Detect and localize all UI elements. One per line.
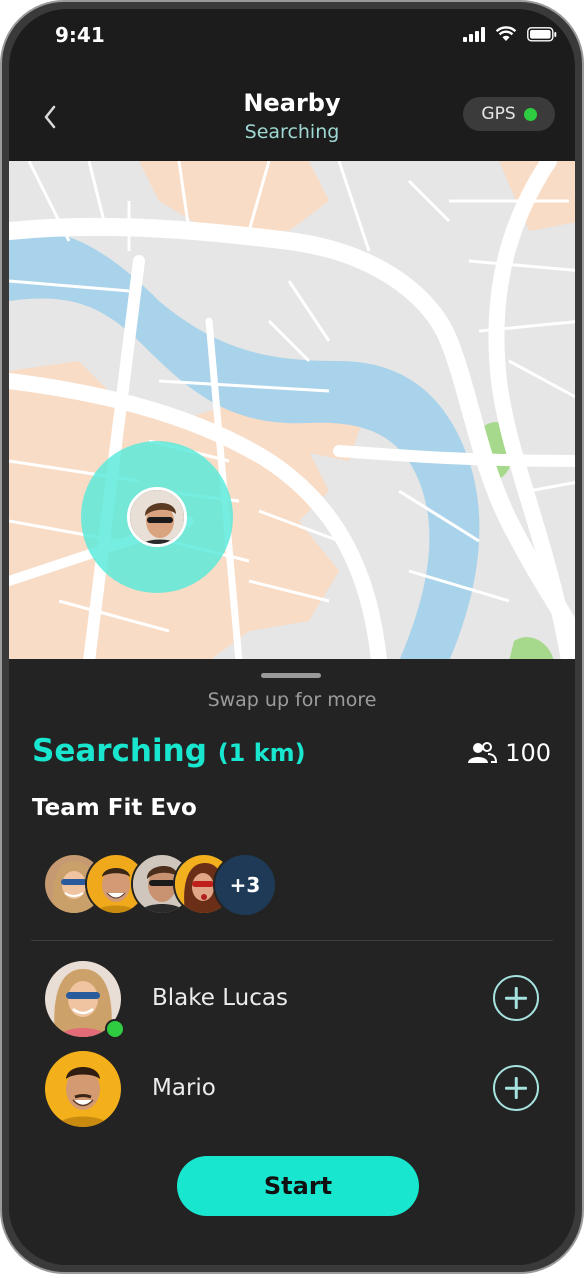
user-location-avatar[interactable] (127, 487, 187, 547)
phone-frame: 9:41 Nearby Searching GPS Swap up for mo… (0, 0, 584, 1274)
map-view[interactable] (9, 161, 575, 661)
swipe-hint: Swap up for more (207, 689, 377, 711)
online-indicator (105, 1019, 125, 1039)
status-icons (463, 26, 557, 42)
users-icon (468, 742, 498, 763)
cellular-signal-icon (463, 26, 485, 42)
search-status-label: Searching (32, 733, 207, 769)
member-count: 100 (467, 739, 551, 767)
drag-handle[interactable] (261, 673, 321, 678)
add-person-button[interactable] (493, 975, 539, 1021)
start-button[interactable]: Start (177, 1156, 419, 1216)
status-bar: 9:41 (9, 9, 575, 79)
list-item[interactable]: Blake Lucas (45, 961, 539, 1043)
screen: 9:41 Nearby Searching GPS Swap up for mo… (9, 9, 575, 1265)
person-name: Blake Lucas (152, 985, 288, 1011)
search-status-row: Searching (1 km) 100 (32, 733, 551, 777)
gps-status-badge[interactable]: GPS (463, 97, 555, 131)
more-members-badge[interactable]: +3 (213, 853, 277, 917)
map-canvas (9, 161, 575, 661)
gps-active-indicator (523, 107, 537, 121)
divider (31, 940, 553, 941)
search-radius: (1 km) (217, 739, 306, 767)
status-time: 9:41 (55, 23, 105, 47)
bottom-sheet[interactable]: Swap up for more Searching (1 km) 100 Te… (9, 659, 575, 1265)
list-item[interactable]: Mario (45, 1051, 539, 1133)
avatar (45, 1051, 121, 1127)
gps-label: GPS (481, 104, 516, 124)
member-count-value: 100 (505, 739, 551, 767)
battery-icon (527, 26, 557, 42)
team-name: Team Fit Evo (32, 795, 197, 821)
person-name: Mario (152, 1075, 216, 1101)
search-status: Searching (1 km) (32, 733, 306, 769)
add-person-button[interactable] (493, 1065, 539, 1111)
header: Nearby Searching GPS (9, 79, 575, 161)
wifi-icon (495, 26, 517, 42)
